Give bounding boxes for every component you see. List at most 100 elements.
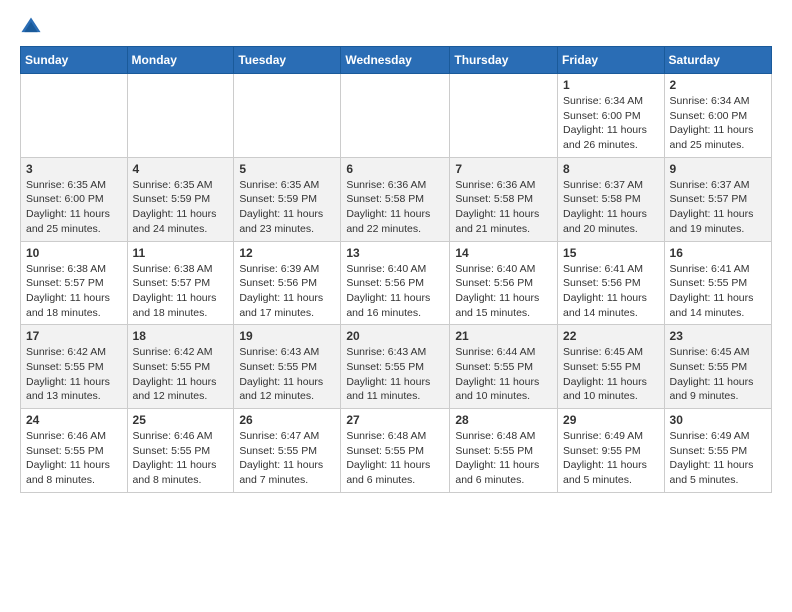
calendar-cell: 9 Sunrise: 6:37 AMSunset: 5:57 PMDaylight… bbox=[664, 157, 771, 241]
day-number: 22 bbox=[563, 329, 659, 343]
calendar-cell: 22 Sunrise: 6:45 AMSunset: 5:55 PMDayligh… bbox=[558, 325, 665, 409]
day-info: Sunrise: 6:36 AMSunset: 5:58 PMDaylight:… bbox=[455, 178, 552, 237]
calendar-cell: 1 Sunrise: 6:34 AMSunset: 6:00 PMDaylight… bbox=[558, 74, 665, 158]
calendar-cell bbox=[21, 74, 128, 158]
calendar-cell: 13 Sunrise: 6:40 AMSunset: 5:56 PMDayligh… bbox=[341, 241, 450, 325]
calendar-header-row: SundayMondayTuesdayWednesdayThursdayFrid… bbox=[21, 47, 772, 74]
calendar-cell: 23Sunrise: 6:45 AMSunset: 5:55 PMDayligh… bbox=[664, 325, 771, 409]
day-info: Sunrise: 6:46 AMSunset: 5:55 PMDaylight:… bbox=[133, 429, 229, 488]
day-info: Sunrise: 6:37 AMSunset: 5:57 PMDaylight:… bbox=[670, 178, 766, 237]
day-info: Sunrise: 6:37 AMSunset: 5:58 PMDaylight:… bbox=[563, 178, 659, 237]
day-number: 23 bbox=[670, 329, 766, 343]
day-number: 30 bbox=[670, 413, 766, 427]
day-number: 28 bbox=[455, 413, 552, 427]
day-number: 26 bbox=[239, 413, 335, 427]
day-info: Sunrise: 6:45 AMSunset: 5:55 PMDaylight:… bbox=[563, 345, 659, 404]
day-number: 5 bbox=[239, 162, 335, 176]
calendar-week-5: 24 Sunrise: 6:46 AMSunset: 5:55 PMDayligh… bbox=[21, 409, 772, 493]
day-info: Sunrise: 6:38 AMSunset: 5:57 PMDaylight:… bbox=[133, 262, 229, 321]
day-number: 6 bbox=[346, 162, 444, 176]
calendar-cell: 5 Sunrise: 6:35 AMSunset: 5:59 PMDaylight… bbox=[234, 157, 341, 241]
day-number: 20 bbox=[346, 329, 444, 343]
day-info: Sunrise: 6:43 AMSunset: 5:55 PMDaylight:… bbox=[346, 345, 444, 404]
day-number: 29 bbox=[563, 413, 659, 427]
calendar-cell: 29 Sunrise: 6:49 AMSunset: 9:55 PMDayligh… bbox=[558, 409, 665, 493]
calendar-cell bbox=[127, 74, 234, 158]
day-info: Sunrise: 6:34 AMSunset: 6:00 PMDaylight:… bbox=[563, 94, 659, 153]
day-number: 14 bbox=[455, 246, 552, 260]
day-number: 2 bbox=[670, 78, 766, 92]
calendar-cell: 25Sunrise: 6:46 AMSunset: 5:55 PMDayligh… bbox=[127, 409, 234, 493]
logo bbox=[20, 16, 44, 38]
day-number: 17 bbox=[26, 329, 122, 343]
day-number: 3 bbox=[26, 162, 122, 176]
calendar-cell: 4Sunrise: 6:35 AMSunset: 5:59 PMDaylight… bbox=[127, 157, 234, 241]
day-number: 16 bbox=[670, 246, 766, 260]
calendar-week-1: 1 Sunrise: 6:34 AMSunset: 6:00 PMDaylight… bbox=[21, 74, 772, 158]
calendar-cell: 18 Sunrise: 6:42 AMSunset: 5:55 PMDayligh… bbox=[127, 325, 234, 409]
day-info: Sunrise: 6:40 AMSunset: 5:56 PMDaylight:… bbox=[346, 262, 444, 321]
day-number: 12 bbox=[239, 246, 335, 260]
day-number: 9 bbox=[670, 162, 766, 176]
day-number: 13 bbox=[346, 246, 444, 260]
calendar: SundayMondayTuesdayWednesdayThursdayFrid… bbox=[20, 46, 772, 493]
calendar-cell: 7 Sunrise: 6:36 AMSunset: 5:58 PMDaylight… bbox=[450, 157, 558, 241]
calendar-cell: 12 Sunrise: 6:39 AMSunset: 5:56 PMDayligh… bbox=[234, 241, 341, 325]
calendar-cell: 3 Sunrise: 6:35 AMSunset: 6:00 PMDaylight… bbox=[21, 157, 128, 241]
day-number: 8 bbox=[563, 162, 659, 176]
day-info: Sunrise: 6:47 AMSunset: 5:55 PMDaylight:… bbox=[239, 429, 335, 488]
calendar-header-saturday: Saturday bbox=[664, 47, 771, 74]
calendar-cell bbox=[450, 74, 558, 158]
calendar-cell bbox=[234, 74, 341, 158]
day-number: 10 bbox=[26, 246, 122, 260]
day-info: Sunrise: 6:38 AMSunset: 5:57 PMDaylight:… bbox=[26, 262, 122, 321]
day-info: Sunrise: 6:34 AMSunset: 6:00 PMDaylight:… bbox=[670, 94, 766, 153]
calendar-cell: 11 Sunrise: 6:38 AMSunset: 5:57 PMDayligh… bbox=[127, 241, 234, 325]
day-info: Sunrise: 6:35 AMSunset: 5:59 PMDaylight:… bbox=[133, 178, 229, 237]
header bbox=[20, 16, 772, 38]
calendar-cell bbox=[341, 74, 450, 158]
day-info: Sunrise: 6:35 AMSunset: 5:59 PMDaylight:… bbox=[239, 178, 335, 237]
logo-icon bbox=[20, 16, 42, 38]
day-number: 11 bbox=[133, 246, 229, 260]
page: SundayMondayTuesdayWednesdayThursdayFrid… bbox=[0, 0, 792, 509]
day-info: Sunrise: 6:42 AMSunset: 5:55 PMDaylight:… bbox=[133, 345, 229, 404]
calendar-cell: 8 Sunrise: 6:37 AMSunset: 5:58 PMDaylight… bbox=[558, 157, 665, 241]
calendar-cell: 2 Sunrise: 6:34 AMSunset: 6:00 PMDaylight… bbox=[664, 74, 771, 158]
day-number: 1 bbox=[563, 78, 659, 92]
calendar-week-4: 17 Sunrise: 6:42 AMSunset: 5:55 PMDayligh… bbox=[21, 325, 772, 409]
day-info: Sunrise: 6:46 AMSunset: 5:55 PMDaylight:… bbox=[26, 429, 122, 488]
calendar-cell: 27Sunrise: 6:48 AMSunset: 5:55 PMDayligh… bbox=[341, 409, 450, 493]
calendar-cell: 21Sunrise: 6:44 AMSunset: 5:55 PMDayligh… bbox=[450, 325, 558, 409]
day-info: Sunrise: 6:49 AMSunset: 5:55 PMDaylight:… bbox=[670, 429, 766, 488]
day-number: 21 bbox=[455, 329, 552, 343]
calendar-cell: 26 Sunrise: 6:47 AMSunset: 5:55 PMDayligh… bbox=[234, 409, 341, 493]
day-info: Sunrise: 6:42 AMSunset: 5:55 PMDaylight:… bbox=[26, 345, 122, 404]
day-number: 7 bbox=[455, 162, 552, 176]
calendar-cell: 14Sunrise: 6:40 AMSunset: 5:56 PMDayligh… bbox=[450, 241, 558, 325]
day-number: 15 bbox=[563, 246, 659, 260]
day-info: Sunrise: 6:35 AMSunset: 6:00 PMDaylight:… bbox=[26, 178, 122, 237]
calendar-cell: 30 Sunrise: 6:49 AMSunset: 5:55 PMDayligh… bbox=[664, 409, 771, 493]
calendar-header-thursday: Thursday bbox=[450, 47, 558, 74]
day-info: Sunrise: 6:36 AMSunset: 5:58 PMDaylight:… bbox=[346, 178, 444, 237]
day-info: Sunrise: 6:41 AMSunset: 5:56 PMDaylight:… bbox=[563, 262, 659, 321]
day-number: 19 bbox=[239, 329, 335, 343]
calendar-header-sunday: Sunday bbox=[21, 47, 128, 74]
calendar-header-tuesday: Tuesday bbox=[234, 47, 341, 74]
day-info: Sunrise: 6:49 AMSunset: 9:55 PMDaylight:… bbox=[563, 429, 659, 488]
day-info: Sunrise: 6:39 AMSunset: 5:56 PMDaylight:… bbox=[239, 262, 335, 321]
day-info: Sunrise: 6:48 AMSunset: 5:55 PMDaylight:… bbox=[455, 429, 552, 488]
day-info: Sunrise: 6:43 AMSunset: 5:55 PMDaylight:… bbox=[239, 345, 335, 404]
calendar-cell: 28 Sunrise: 6:48 AMSunset: 5:55 PMDayligh… bbox=[450, 409, 558, 493]
calendar-cell: 6 Sunrise: 6:36 AMSunset: 5:58 PMDaylight… bbox=[341, 157, 450, 241]
day-info: Sunrise: 6:41 AMSunset: 5:55 PMDaylight:… bbox=[670, 262, 766, 321]
calendar-cell: 15 Sunrise: 6:41 AMSunset: 5:56 PMDayligh… bbox=[558, 241, 665, 325]
calendar-cell: 19 Sunrise: 6:43 AMSunset: 5:55 PMDayligh… bbox=[234, 325, 341, 409]
calendar-week-2: 3 Sunrise: 6:35 AMSunset: 6:00 PMDaylight… bbox=[21, 157, 772, 241]
day-number: 24 bbox=[26, 413, 122, 427]
day-number: 27 bbox=[346, 413, 444, 427]
day-number: 18 bbox=[133, 329, 229, 343]
calendar-cell: 16 Sunrise: 6:41 AMSunset: 5:55 PMDayligh… bbox=[664, 241, 771, 325]
calendar-cell: 20 Sunrise: 6:43 AMSunset: 5:55 PMDayligh… bbox=[341, 325, 450, 409]
